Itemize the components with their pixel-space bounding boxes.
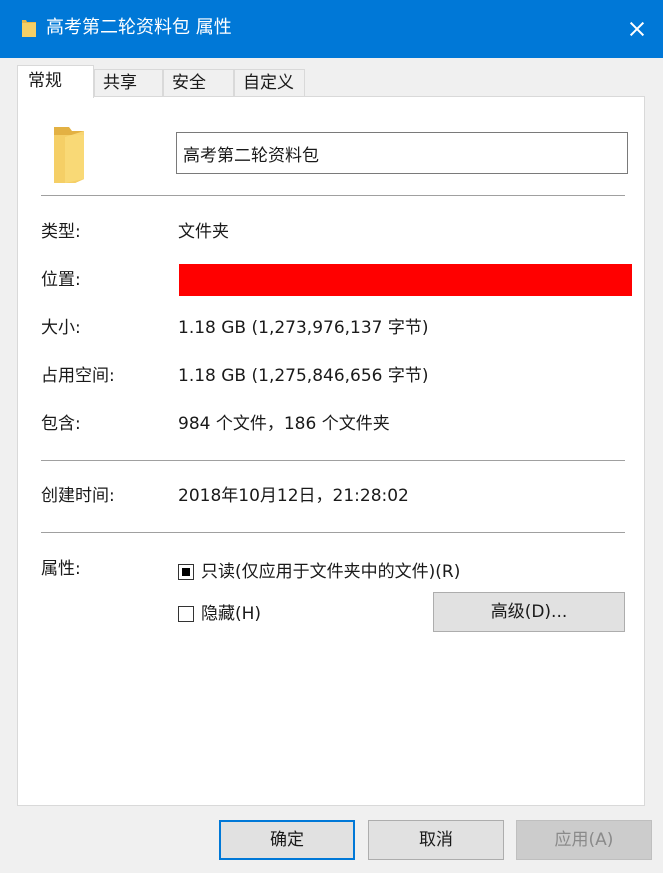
created-value: 2018年10月12日，21:28:02 [178,486,409,506]
title-bar[interactable]: 高考第二轮资料包 属性 [0,0,663,58]
type-value: 文件夹 [178,222,229,242]
hidden-checkbox[interactable] [178,606,194,622]
size-value: 1.18 GB (1,273,976,137 字节) [178,318,429,338]
contains-value: 984 个文件，186 个文件夹 [178,414,390,434]
tab-security[interactable]: 安全 [163,69,234,97]
folder-name-input[interactable] [176,132,628,174]
general-panel: 类型: 文件夹 位置: 大小: 1.18 GB (1,273,976,137 字… [17,96,645,806]
apply-button[interactable]: 应用(A) [516,820,652,860]
separator [41,460,625,461]
tab-customize[interactable]: 自定义 [234,69,305,97]
ok-button[interactable]: 确定 [219,820,355,860]
window-title: 高考第二轮资料包 属性 [46,17,232,38]
disk-size-label: 占用空间: [41,366,115,386]
separator [41,195,625,196]
folder-icon [22,20,36,37]
readonly-label[interactable]: 只读(仅应用于文件夹中的文件)(R) [201,560,460,584]
large-folder-icon [51,127,85,187]
attributes-label: 属性: [41,559,81,579]
disk-size-value: 1.18 GB (1,275,846,656 字节) [178,366,429,386]
advanced-button[interactable]: 高级(D)... [433,592,625,632]
size-label: 大小: [41,318,81,338]
close-icon[interactable] [617,12,657,46]
separator [41,532,625,533]
hidden-label[interactable]: 隐藏(H) [201,602,261,626]
created-label: 创建时间: [41,486,115,506]
cancel-button[interactable]: 取消 [368,820,504,860]
location-value-redacted [179,264,632,296]
type-label: 类型: [41,222,81,242]
contains-label: 包含: [41,414,81,434]
tab-general[interactable]: 常规 [17,65,94,98]
location-label: 位置: [41,270,81,290]
tab-sharing[interactable]: 共享 [94,69,163,97]
readonly-checkbox[interactable] [178,564,194,580]
